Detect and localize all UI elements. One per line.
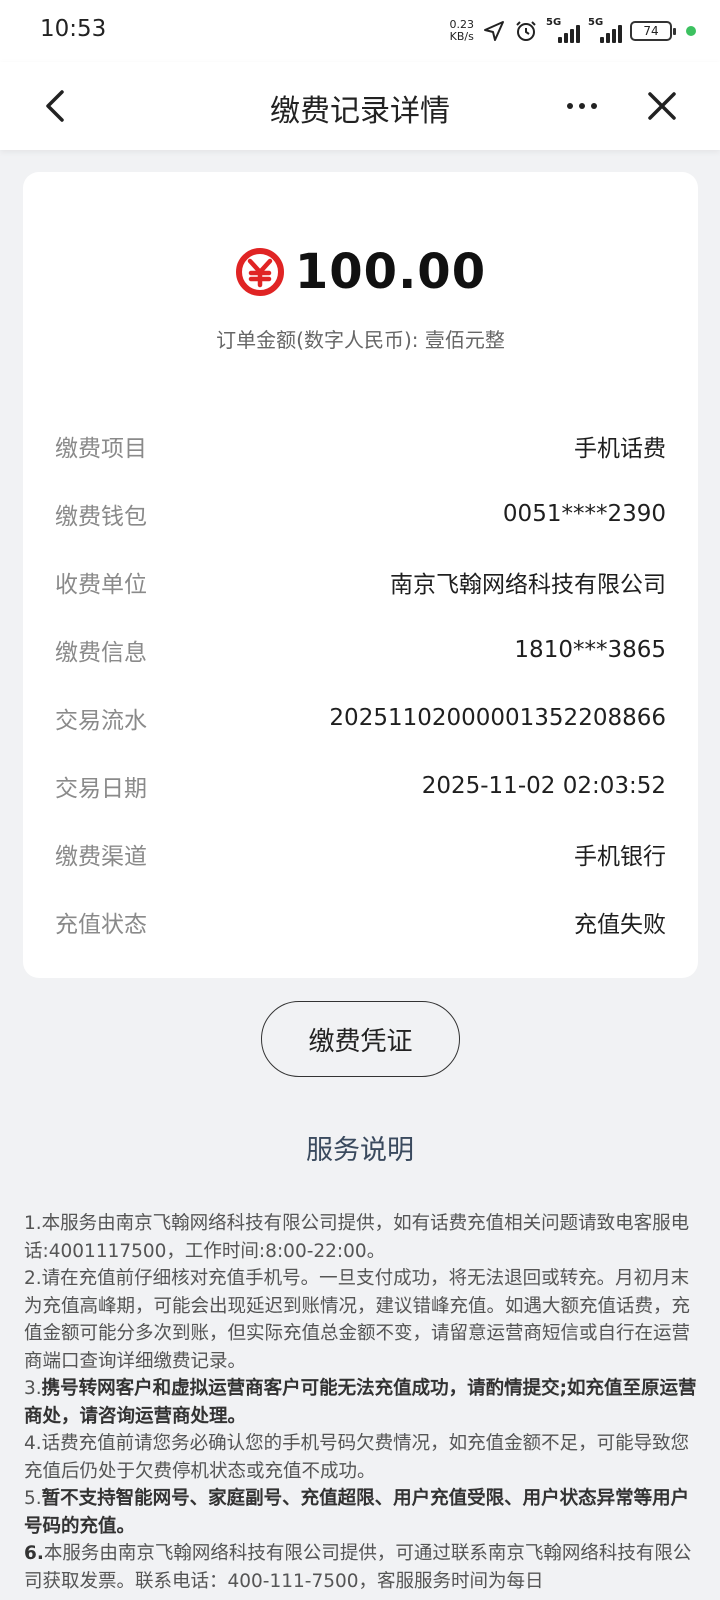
detail-row: 缴费钱包 0051****2390: [55, 480, 666, 548]
service-notes: 1.本服务由南京飞翰网络科技有限公司提供，如有话费充值相关问题请致电客服电话:4…: [24, 1210, 704, 1595]
digital-rmb-icon: [235, 248, 284, 296]
row-label: 交易日期: [55, 776, 147, 802]
service-note: 5.暂不支持智能网号、家庭副号、充值超限、用户充值受限、用户状态异常等用户号码的…: [24, 1485, 704, 1540]
net-speed: 0.23 KB/s: [450, 19, 475, 43]
sim2-network-label: 5G: [588, 17, 604, 28]
battery-level: 74: [643, 24, 659, 38]
note-text: 本服务由南京飞翰网络科技有限公司提供，可通过联系南京飞翰网络科技有限公司获取发票…: [24, 1543, 692, 1592]
status-dot: [686, 26, 696, 36]
nav-bar: 缴费记录详情: [0, 62, 720, 150]
battery-icon: 74: [630, 21, 676, 41]
close-icon[interactable]: [642, 84, 682, 128]
row-label: 充值状态: [55, 912, 147, 938]
more-icon[interactable]: [562, 84, 602, 128]
detail-row: 缴费信息 1810***3865: [55, 616, 666, 684]
amount-value: 100.00: [294, 244, 487, 300]
service-note: 3.携号转网客户和虚拟运营商客户可能无法充值成功，请酌情提交;如充值至原运营商处…: [24, 1375, 704, 1430]
row-value: 20251102000001352208866: [329, 705, 666, 731]
net-speed-unit: KB/s: [449, 30, 474, 43]
row-label: 缴费项目: [55, 436, 147, 462]
signal-icon: 5G: [546, 17, 580, 43]
row-value: 0051****2390: [502, 501, 666, 527]
status-time: 10:53: [40, 16, 107, 42]
service-title: 服务说明: [306, 1135, 414, 1166]
service-note: 2.请在充值前仔细核对充值手机号。一旦支付成功，将无法退回或转充。月初月末为充值…: [24, 1265, 704, 1375]
detail-row: 交易流水 20251102000001352208866: [55, 684, 666, 752]
row-value: 手机话费: [574, 436, 666, 462]
row-label: 缴费渠道: [55, 844, 147, 870]
sim1-network-label: 5G: [546, 17, 562, 28]
detail-row: 交易日期 2025-11-02 02:03:52: [55, 752, 666, 820]
amount-row: 100.00: [23, 244, 698, 300]
row-value: 2025-11-02 02:03:52: [421, 773, 666, 799]
detail-row: 缴费项目 手机话费: [55, 412, 666, 480]
signal-icon: 5G: [588, 17, 622, 43]
service-note: 6.本服务由南京飞翰网络科技有限公司提供，可通过联系南京飞翰网络科技有限公司获取…: [24, 1540, 704, 1595]
note-text: 暂不支持智能网号、家庭副号、充值超限、用户充值受限、用户状态异常等用户号码的充值…: [24, 1488, 690, 1537]
row-label: 缴费钱包: [55, 504, 147, 530]
service-note: 1.本服务由南京飞翰网络科技有限公司提供，如有话费充值相关问题请致电客服电话:4…: [24, 1210, 704, 1265]
service-note: 4.话费充值前请您务必确认您的手机号码欠费情况，如充值金额不足，可能导致您充值后…: [24, 1430, 704, 1485]
amount-caption: 订单金额(数字人民币): 壹佰元整: [216, 328, 505, 352]
row-label: 收费单位: [55, 572, 147, 598]
row-value: 南京飞翰网络科技有限公司: [390, 572, 666, 598]
row-value: 1810***3865: [514, 637, 666, 663]
note-number: 1.: [24, 1213, 42, 1234]
note-text: 话费充值前请您务必确认您的手机号码欠费情况，如充值金额不足，可能导致您充值后仍处…: [24, 1433, 690, 1482]
row-value: 充值失败: [574, 912, 666, 938]
detail-row: 充值状态 充值失败: [55, 888, 666, 956]
detail-row: 收费单位 南京飞翰网络科技有限公司: [55, 548, 666, 616]
row-label: 交易流水: [55, 708, 147, 734]
status-icons: 0.23 KB/s 5G 5G 74: [450, 14, 696, 48]
detail-rows: 缴费项目 手机话费 缴费钱包 0051****2390 收费单位 南京飞翰网络科…: [55, 412, 666, 956]
page-title: 缴费记录详情: [270, 94, 450, 129]
location-arrow-icon: [484, 21, 504, 41]
status-bar: 10:53 0.23 KB/s 5G 5G 74: [0, 0, 720, 62]
note-text: 本服务由南京飞翰网络科技有限公司提供，如有话费充值相关问题请致电客服电话:400…: [24, 1213, 690, 1262]
row-label: 缴费信息: [55, 640, 147, 666]
note-number: 6.: [24, 1543, 44, 1564]
payment-voucher-button[interactable]: 缴费凭证: [261, 1001, 460, 1077]
row-value: 手机银行: [574, 844, 666, 870]
note-text: 携号转网客户和虚拟运营商客户可能无法充值成功，请酌情提交;如充值至原运营商处，请…: [24, 1378, 697, 1427]
note-number: 2.: [24, 1268, 42, 1289]
note-number: 4.: [24, 1433, 42, 1454]
alarm-icon: [516, 21, 536, 41]
payment-detail-card: 100.00 订单金额(数字人民币): 壹佰元整 缴费项目 手机话费 缴费钱包 …: [23, 172, 698, 978]
note-text: 请在充值前仔细核对充值手机号。一旦支付成功，将无法退回或转充。月初月末为充值高峰…: [24, 1268, 691, 1372]
detail-row: 缴费渠道 手机银行: [55, 820, 666, 888]
note-number: 3.: [24, 1378, 42, 1399]
note-number: 5.: [24, 1488, 42, 1509]
